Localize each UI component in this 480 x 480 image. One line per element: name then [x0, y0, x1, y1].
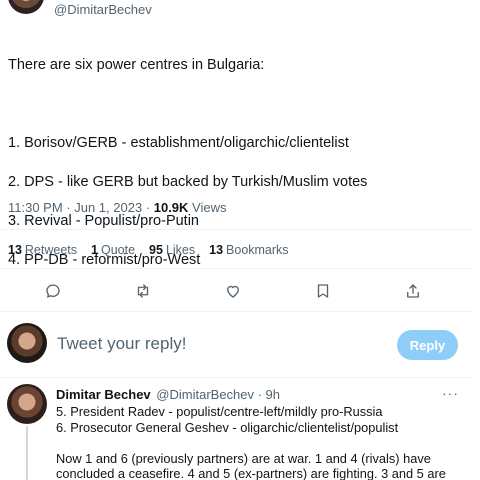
divider — [0, 268, 472, 269]
retweets-count: 13 — [8, 243, 22, 257]
thread-line — [26, 426, 28, 480]
reply-line: 5. President Radev - populist/centre-lef… — [56, 404, 383, 419]
reply-author-avatar[interactable] — [7, 384, 47, 424]
engagement-stats: 13 Retweets 1 Quote 95 Likes 13 Bookmarks — [8, 243, 289, 257]
reply-submit-button[interactable]: Reply — [397, 330, 458, 360]
retweets-label: Retweets — [24, 243, 78, 257]
reply-author-handle[interactable]: @DimitarBechev · 9h — [156, 387, 280, 402]
reply-line: Now 1 and 6 (previously partners) are at… — [56, 450, 431, 466]
more-options-icon[interactable]: ··· — [442, 385, 459, 401]
quotes-label: Quote — [100, 243, 136, 257]
author-handle[interactable]: @DimitarBechev — [54, 2, 152, 17]
tweet-timestamp[interactable]: 11:30 PM · Jun 1, 2023 · — [8, 200, 154, 215]
bookmark-icon — [317, 284, 329, 298]
bookmarks-count: 13 — [209, 243, 224, 257]
views-label: Views — [188, 200, 227, 215]
tweet-line: 2. DPS - like GERB but backed by Turkish… — [8, 173, 368, 190]
reply-line — [56, 435, 466, 451]
tweet-line: 1. Borisov/GERB - establishment/oligarch… — [8, 134, 349, 151]
bookmarks-label: Bookmarks — [226, 243, 289, 257]
like-icon — [227, 285, 239, 298]
quotes-stat[interactable]: 1 Quote — [91, 243, 135, 257]
reply-button[interactable] — [42, 280, 64, 302]
share-button[interactable] — [402, 280, 424, 302]
share-icon — [407, 284, 419, 298]
reply-header: Dimitar Bechev @DimitarBechev · 9h — [56, 387, 280, 402]
current-user-avatar[interactable] — [7, 323, 47, 363]
likes-count: 95 — [149, 243, 163, 257]
likes-stat[interactable]: 95 Likes — [149, 243, 195, 257]
divider — [0, 311, 472, 312]
tweet-line: There are six power centres in Bulgaria: — [8, 56, 265, 73]
retweet-button[interactable] — [132, 280, 154, 302]
retweet-icon — [137, 284, 149, 298]
quotes-count: 1 — [91, 243, 98, 257]
divider — [0, 229, 472, 230]
divider — [0, 377, 472, 378]
author-avatar[interactable] — [8, 0, 44, 14]
reply-line: concluded a ceasefire. 4 and 5 (ex-partn… — [56, 466, 446, 480]
tweet-actions — [0, 280, 472, 302]
reply-author-name[interactable]: Dimitar Bechev — [56, 387, 151, 402]
like-button[interactable] — [222, 280, 244, 302]
likes-label: Likes — [165, 243, 196, 257]
bookmarks-stat[interactable]: 13 Bookmarks — [209, 243, 288, 257]
reply-line: 6. Prosecutor General Geshev - oligarchi… — [56, 419, 399, 435]
reply-icon — [46, 284, 60, 298]
bookmark-button[interactable] — [312, 280, 334, 302]
views-count: 10.9K — [153, 200, 189, 215]
reply-input[interactable]: Tweet your reply! — [57, 334, 186, 354]
retweets-stat[interactable]: 13 Retweets — [8, 243, 77, 257]
tweet-line — [8, 95, 468, 115]
tweet-meta: 11:30 PM · Jun 1, 2023 · 10.9K Views — [8, 200, 227, 215]
reply-text: 5. President Radev - populist/centre-lef… — [56, 404, 466, 480]
